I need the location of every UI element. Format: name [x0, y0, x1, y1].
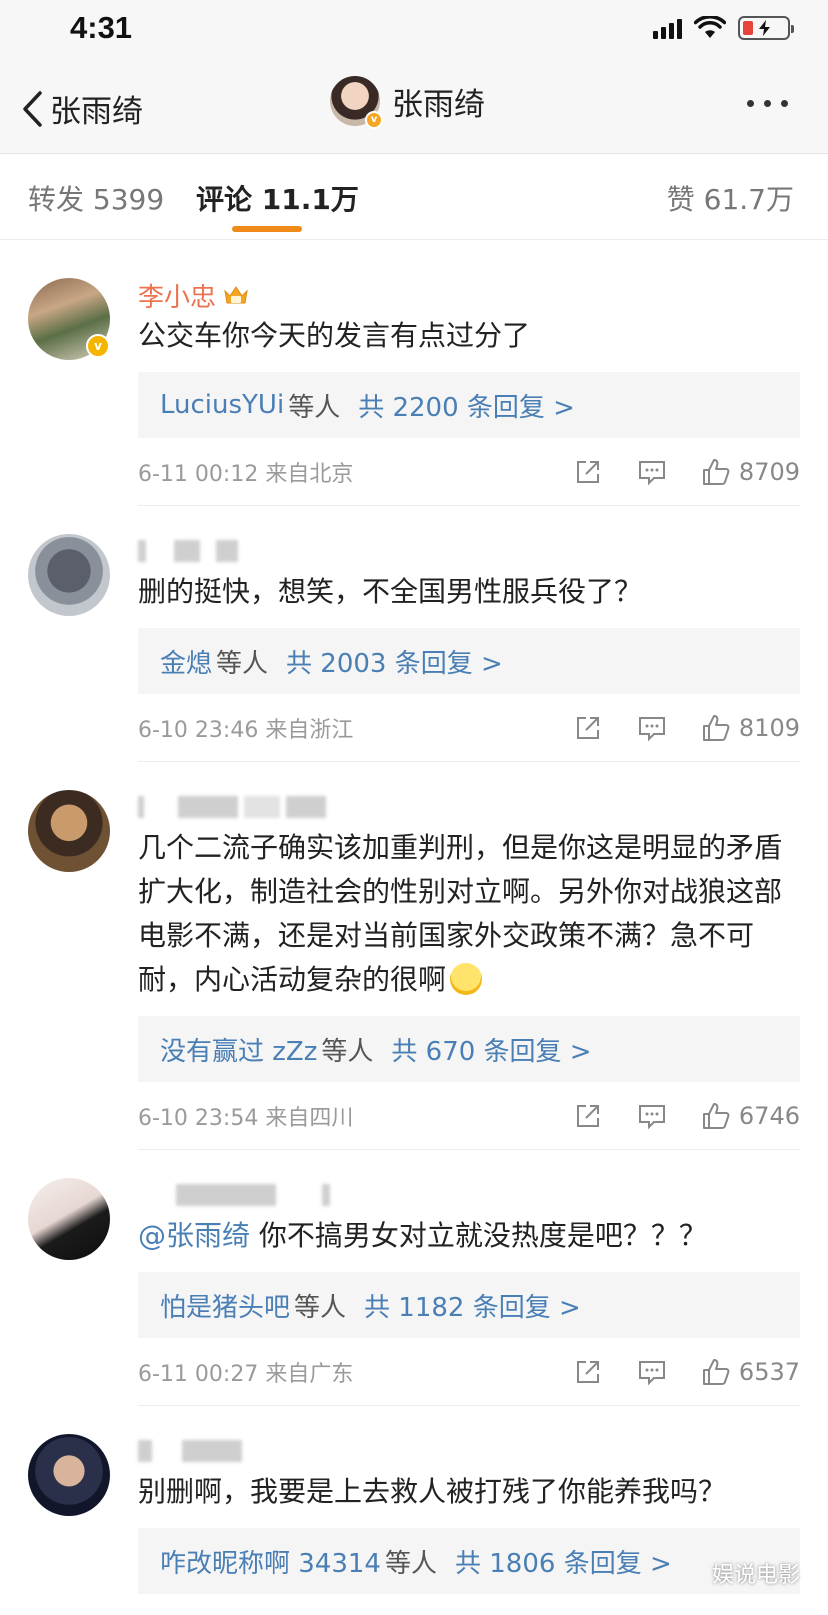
reply-users: 怕是猪头吧 — [160, 1292, 291, 1323]
comment-author-blurred[interactable] — [138, 1150, 800, 1214]
comment-text: 几个二流子确实该加重判刑，但是你这是明显的矛盾扩大化，制造社会的性别对立啊。另外… — [138, 826, 800, 1002]
comment-time: 6-10 23:54 来自四川 — [138, 1105, 354, 1131]
share-icon[interactable] — [573, 1357, 603, 1387]
nav-bar: 张雨绮 v 张雨绮 — [0, 58, 828, 154]
watermark: 娱说电影 — [711, 1563, 800, 1588]
like-button[interactable]: 6746 — [701, 1101, 800, 1131]
chevron-left-icon — [23, 90, 42, 127]
comment-item: @张雨绮 你不搞男女对立就没热度是吧？？？ 怕是猪头吧 等人 共 1182 条回… — [0, 1150, 828, 1406]
comment-icon[interactable] — [637, 1357, 667, 1387]
comment-text: 删的挺快，想笑，不全国男性服兵役了？ — [138, 575, 643, 608]
replies-link[interactable]: 怕是猪头吧 等人 共 1182 条回复 > — [138, 1272, 800, 1338]
comment-text: 公交车你今天的发言有点过分了 — [138, 319, 531, 352]
comment-author-blurred[interactable] — [138, 1406, 800, 1470]
share-icon[interactable] — [573, 713, 603, 743]
tab-likes[interactable]: 赞 61.7万 — [667, 178, 794, 218]
comment-item: 别删啊，我要是上去救人被打残了你能养我吗？ 咋改昵称啊 34314 等人 共 1… — [0, 1406, 828, 1594]
like-count: 8709 — [738, 457, 800, 486]
status-time: 4:31 — [70, 10, 133, 45]
tab-comments[interactable]: 评论 11.1万 — [196, 178, 359, 218]
share-icon[interactable] — [573, 457, 603, 487]
verified-badge-icon: v — [365, 111, 383, 129]
comment-meta: 6-11 00:12 来自北京 8709 — [138, 438, 800, 506]
comment-author-blurred[interactable] — [138, 506, 800, 570]
replies-link[interactable]: 金熄 等人 共 2003 条回复 > — [138, 628, 800, 694]
like-button[interactable]: 6537 — [701, 1357, 800, 1387]
like-count: 8109 — [738, 713, 800, 742]
verified-badge-icon: v — [86, 334, 110, 358]
replies-link[interactable]: 没有赢过 zZz 等人 共 670 条回复 > — [138, 1016, 800, 1082]
comment-meta: 6-10 23:46 来自浙江 8109 — [138, 694, 800, 762]
avatar[interactable] — [28, 790, 110, 872]
reply-suffix: 等人 — [294, 1292, 347, 1323]
avatar[interactable] — [28, 1178, 110, 1260]
thumbs-up-icon — [702, 1102, 730, 1129]
like-count: 6537 — [738, 1357, 800, 1386]
comment-item: 删的挺快，想笑，不全国男性服兵役了？ 金熄 等人 共 2003 条回复 > 6-… — [0, 506, 828, 762]
wifi-icon — [694, 16, 726, 38]
comment-meta: 6-11 00:27 来自广东 6537 — [138, 1338, 800, 1406]
comment-icon[interactable] — [637, 713, 667, 743]
comment-author[interactable]: 李小忠 — [138, 250, 800, 314]
like-button[interactable]: 8109 — [701, 713, 800, 743]
comment-time: 6-10 23:46 来自浙江 — [138, 717, 354, 743]
reply-suffix: 等人 — [216, 648, 269, 679]
replies-link[interactable]: LuciusYUi 等人 共 2200 条回复 > — [138, 372, 800, 438]
reply-count: 共 1806 条回复 > — [455, 1548, 672, 1579]
page-title: 张雨绮 — [392, 86, 485, 123]
comment-time: 6-11 00:12 来自北京 — [138, 461, 354, 487]
avatar[interactable] — [28, 1434, 110, 1516]
back-label: 张雨绮 — [50, 94, 143, 130]
avatar[interactable]: v — [330, 76, 383, 129]
vip-crown-icon — [224, 286, 248, 304]
comment-text: @张雨绮 你不搞男女对立就没热度是吧？？？ — [138, 1214, 800, 1258]
reply-suffix: 等人 — [288, 392, 341, 423]
battery-icon — [738, 16, 794, 40]
reply-suffix: 等人 — [384, 1548, 437, 1579]
avatar[interactable] — [28, 534, 110, 616]
back-button[interactable]: 张雨绮 — [20, 86, 143, 131]
comment-meta: 6-10 23:54 来自四川 6746 — [138, 1082, 800, 1150]
status-bar: 4:31 — [0, 0, 828, 58]
reply-count: 共 2200 条回复 > — [358, 392, 575, 423]
comment-icon[interactable] — [637, 1101, 667, 1131]
thumbs-up-icon — [702, 714, 730, 741]
comment-time: 6-11 00:27 来自广东 — [138, 1361, 354, 1387]
thumbs-up-icon — [702, 458, 730, 485]
nav-profile[interactable]: v 张雨绮 — [330, 76, 485, 129]
reply-count: 共 2003 条回复 > — [286, 648, 503, 679]
tab-bar: 转发 5399 评论 11.1万 赞 61.7万 — [0, 154, 828, 240]
more-options-icon[interactable] — [747, 100, 788, 107]
reply-count: 共 1182 条回复 > — [364, 1292, 581, 1323]
comment-icon[interactable] — [637, 457, 667, 487]
like-count: 6746 — [738, 1101, 800, 1130]
like-button[interactable]: 8709 — [701, 457, 800, 487]
reply-count: 共 670 条回复 > — [391, 1036, 592, 1067]
comment-item: v 李小忠 公交车你今天的发言有点过分了 LuciusYUi 等人 共 2200… — [0, 250, 828, 506]
comment-text-body: 你不搞男女对立就没热度是吧？？？ — [250, 1219, 707, 1252]
tab-repost[interactable]: 转发 5399 — [28, 178, 164, 218]
comment-text: 别删啊，我要是上去救人被打残了你能养我吗？ — [138, 1475, 727, 1508]
active-tab-indicator — [232, 226, 302, 232]
reply-users: LuciusYUi — [160, 390, 285, 420]
cellular-signal-icon — [653, 17, 682, 39]
status-icons — [653, 16, 794, 40]
comment-author-name: 李小忠 — [138, 282, 217, 313]
reply-users: 咋改昵称啊 34314 — [160, 1548, 381, 1579]
smile-emoji-icon — [450, 963, 483, 995]
replies-link[interactable]: 咋改昵称啊 34314 等人 共 1806 条回复 > — [138, 1528, 800, 1594]
reply-users: 金熄 — [160, 648, 213, 679]
reply-suffix: 等人 — [321, 1036, 374, 1067]
thumbs-up-icon — [702, 1358, 730, 1385]
comment-author-blurred[interactable] — [138, 762, 800, 826]
share-icon[interactable] — [573, 1101, 603, 1131]
reply-users: 没有赢过 zZz — [160, 1036, 318, 1067]
mention-link[interactable]: @张雨绮 — [138, 1219, 250, 1252]
comment-item: 几个二流子确实该加重判刑，但是你这是明显的矛盾扩大化，制造社会的性别对立啊。另外… — [0, 762, 828, 1150]
